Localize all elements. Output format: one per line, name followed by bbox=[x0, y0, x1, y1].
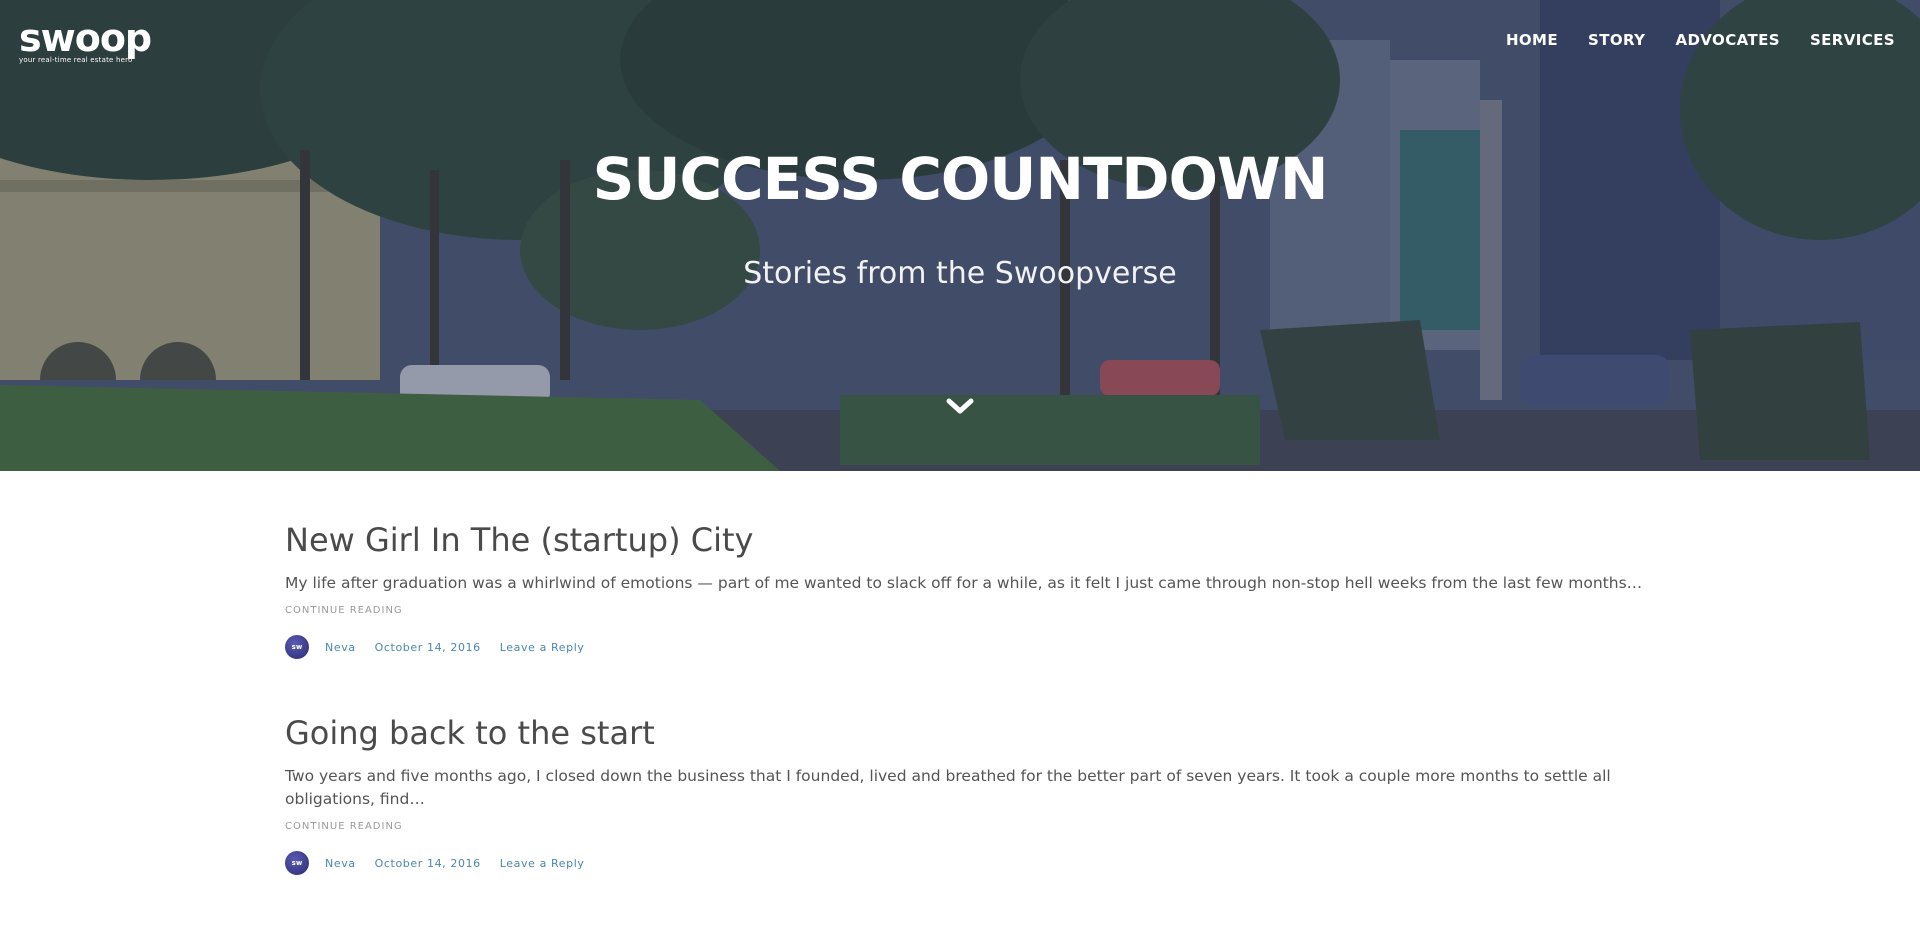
main-nav: HOME STORY ADVOCATES SERVICES bbox=[1506, 31, 1895, 49]
avatar[interactable]: sw bbox=[285, 851, 309, 875]
post-item: New Girl In The (startup) City My life a… bbox=[285, 518, 1655, 659]
post-title-link[interactable]: New Girl In The (startup) City bbox=[285, 518, 1655, 562]
continue-reading-link[interactable]: CONTINUE READING bbox=[285, 605, 403, 616]
post-excerpt: My life after graduation was a whirlwind… bbox=[285, 574, 1643, 592]
logo-tagline: your real-time real estate hero bbox=[19, 56, 133, 64]
author-link[interactable]: Neva bbox=[325, 857, 356, 870]
post-date-link[interactable]: October 14, 2016 bbox=[375, 641, 481, 654]
nav-story[interactable]: STORY bbox=[1588, 31, 1645, 49]
post-list: New Girl In The (startup) City My life a… bbox=[285, 518, 1655, 875]
post-title-link[interactable]: Going back to the start bbox=[285, 711, 1655, 755]
post-date-link[interactable]: October 14, 2016 bbox=[375, 857, 481, 870]
hero-subtitle: Stories from the Swoopverse bbox=[743, 256, 1177, 291]
nav-advocates[interactable]: ADVOCATES bbox=[1675, 31, 1780, 49]
logo-wordmark: swoop bbox=[19, 16, 152, 60]
nav-home[interactable]: HOME bbox=[1506, 31, 1558, 49]
leave-reply-link[interactable]: Leave a Reply bbox=[500, 641, 585, 654]
hero-title: SUCCESS COUNTDOWN bbox=[592, 145, 1329, 213]
post-excerpt: Two years and five months ago, I closed … bbox=[285, 767, 1611, 808]
leave-reply-link[interactable]: Leave a Reply bbox=[500, 857, 585, 870]
continue-reading-link[interactable]: CONTINUE READING bbox=[285, 821, 403, 832]
post-meta: sw Neva October 14, 2016 Leave a Reply bbox=[285, 635, 1655, 659]
hero-banner: swoop your real-time real estate hero HO… bbox=[0, 0, 1920, 471]
post-meta: sw Neva October 14, 2016 Leave a Reply bbox=[285, 851, 1655, 875]
nav-services[interactable]: SERVICES bbox=[1810, 31, 1895, 49]
author-link[interactable]: Neva bbox=[325, 641, 356, 654]
post-item: Going back to the start Two years and fi… bbox=[285, 711, 1655, 875]
chevron-down-icon[interactable] bbox=[946, 398, 974, 416]
swoop-logo[interactable]: swoop your real-time real estate hero bbox=[19, 16, 152, 65]
avatar[interactable]: sw bbox=[285, 635, 309, 659]
